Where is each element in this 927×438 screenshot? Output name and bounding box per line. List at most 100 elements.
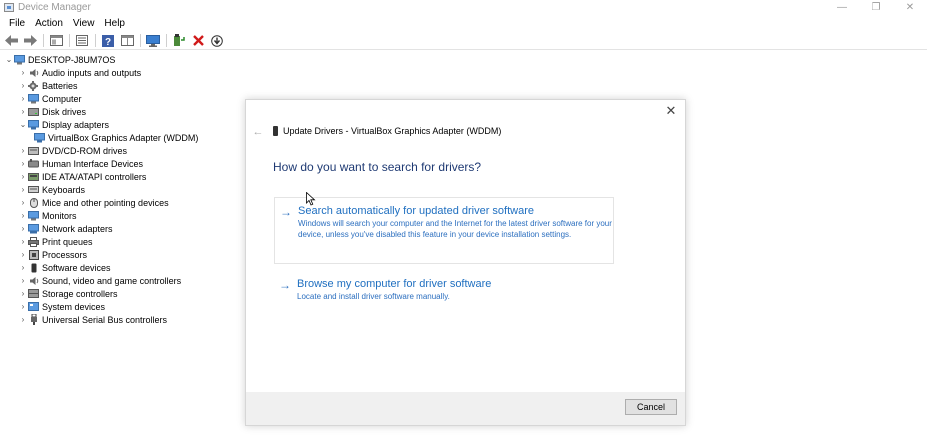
tree-category-network[interactable]: › Network adapters [0, 222, 240, 235]
tree-category-hid[interactable]: › Human Interface Devices [0, 157, 240, 170]
monitor-icon [28, 210, 39, 221]
uninstall-x-icon[interactable] [190, 33, 206, 48]
expand-chevron-icon[interactable]: › [18, 222, 28, 235]
dialog-close-icon[interactable]: ✕ [664, 103, 678, 118]
expand-chevron-icon[interactable]: › [18, 287, 28, 300]
update-driver-icon[interactable] [171, 33, 187, 48]
expand-chevron-icon[interactable]: › [18, 79, 28, 92]
update-drivers-dialog: ✕ ← Update Drivers - VirtualBox Graphics… [245, 99, 686, 426]
expand-chevron-icon[interactable]: › [18, 144, 28, 157]
tree-category-audio[interactable]: › Audio inputs and outputs [0, 66, 240, 79]
menu-file[interactable]: File [4, 18, 30, 29]
printer-icon [28, 236, 39, 247]
tree-category-label: DVD/CD-ROM drives [42, 145, 128, 156]
expand-chevron-icon[interactable]: › [18, 209, 28, 222]
expand-chevron-icon[interactable]: › [18, 274, 28, 287]
expand-chevron-icon[interactable]: › [18, 157, 28, 170]
tree-category-processors[interactable]: › Processors [0, 248, 240, 261]
expand-chevron-icon[interactable]: › [18, 92, 28, 105]
close-button[interactable]: ✕ [893, 0, 927, 15]
tree-category-keyboards[interactable]: › Keyboards [0, 183, 240, 196]
device-icon [273, 126, 278, 136]
expand-chevron-icon[interactable]: › [18, 261, 28, 274]
tree-category-label: Disk drives [42, 106, 87, 117]
mouse-cursor-icon [306, 192, 316, 206]
tree-category-software-devices[interactable]: › Software devices [0, 261, 240, 274]
tree-category-monitors[interactable]: › Monitors [0, 209, 240, 222]
minimize-button[interactable]: — [825, 0, 859, 15]
toolbar: ? [0, 32, 927, 50]
display-adapter-icon [34, 132, 45, 143]
download-circle-icon[interactable] [209, 33, 225, 48]
menu-action[interactable]: Action [30, 18, 68, 29]
option-title: Browse my computer for driver software [297, 278, 492, 290]
tree-category-label: Print queues [42, 236, 93, 247]
cancel-button[interactable]: Cancel [625, 399, 677, 415]
collapse-chevron-icon[interactable]: ⌄ [4, 53, 14, 66]
ide-controller-icon [28, 172, 39, 182]
tree-category-system-devices[interactable]: › System devices [0, 300, 240, 313]
expand-chevron-icon[interactable]: › [18, 183, 28, 196]
tree-category-label: IDE ATA/ATAPI controllers [42, 171, 147, 182]
svg-text:?: ? [105, 37, 111, 47]
tree-category-print-queues[interactable]: › Print queues [0, 235, 240, 248]
tree-category-label: Display adapters [42, 119, 110, 130]
tree-category-dvd[interactable]: › DVD/CD-ROM drives [0, 144, 240, 157]
tree-category-ide[interactable]: › IDE ATA/ATAPI controllers [0, 170, 240, 183]
keyboard-icon [28, 185, 39, 195]
tree-category-label: Universal Serial Bus controllers [42, 314, 168, 325]
dvd-drive-icon [28, 146, 39, 156]
expand-chevron-icon[interactable]: › [18, 66, 28, 79]
properties-window-icon[interactable] [48, 33, 64, 48]
expand-chevron-icon[interactable]: › [18, 170, 28, 183]
speaker-icon [28, 68, 39, 78]
toolbar-separator [69, 34, 70, 47]
tree-category-label: Software devices [42, 262, 111, 273]
restore-button[interactable]: ❐ [859, 0, 893, 15]
back-arrow-icon[interactable] [3, 33, 19, 48]
tree-category-label: Human Interface Devices [42, 158, 144, 169]
title-bar: Device Manager — ❐ ✕ [0, 0, 927, 15]
collapse-chevron-icon[interactable]: ⌄ [18, 118, 28, 131]
expand-chevron-icon[interactable]: › [18, 235, 28, 248]
tree-category-label: Batteries [42, 80, 78, 91]
expand-chevron-icon[interactable]: › [18, 300, 28, 313]
list-view-icon[interactable] [74, 33, 90, 48]
tree-category-usb[interactable]: › Universal Serial Bus controllers [0, 313, 240, 326]
battery-icon [28, 80, 39, 91]
menu-view[interactable]: View [68, 18, 100, 29]
tree-category-storage-controllers[interactable]: › Storage controllers [0, 287, 240, 300]
system-device-icon [28, 302, 39, 312]
tree-category-label: Audio inputs and outputs [42, 67, 142, 78]
dialog-back-arrow-icon[interactable]: ← [252, 126, 264, 138]
toolbar-separator [166, 34, 167, 47]
option-title: Search automatically for updated driver … [298, 205, 535, 217]
dialog-header: Update Drivers - VirtualBox Graphics Ada… [273, 126, 501, 136]
network-adapter-icon [28, 223, 39, 234]
details-view-icon[interactable] [119, 33, 135, 48]
right-arrow-icon: → [279, 278, 291, 292]
monitor-scan-icon[interactable] [145, 33, 161, 48]
tree-category-sound[interactable]: › Sound, video and game controllers [0, 274, 240, 287]
expand-chevron-icon[interactable]: › [18, 248, 28, 261]
expand-chevron-icon[interactable]: › [18, 105, 28, 118]
tree-category-batteries[interactable]: › Batteries [0, 79, 240, 92]
tree-category-label: Mice and other pointing devices [42, 197, 169, 208]
window-title: Device Manager [18, 2, 91, 13]
search-automatically-option[interactable]: → Search automatically for updated drive… [274, 197, 614, 264]
processor-icon [28, 249, 39, 260]
tree-root[interactable]: ⌄ DESKTOP-J8UM7OS [0, 53, 240, 66]
browse-computer-option[interactable]: → Browse my computer for driver software… [274, 278, 614, 310]
expand-chevron-icon[interactable]: › [18, 196, 28, 209]
tree-category-display-adapters[interactable]: ⌄ Display adapters [0, 118, 240, 131]
option-description: Locate and install driver software manua… [297, 292, 450, 301]
forward-arrow-icon[interactable] [22, 33, 38, 48]
tree-category-mice[interactable]: › Mice and other pointing devices [0, 196, 240, 209]
menu-bar: File Action View Help [0, 15, 927, 32]
tree-device-virtualbox-adapter[interactable]: VirtualBox Graphics Adapter (WDDM) [0, 131, 240, 144]
help-icon[interactable]: ? [100, 33, 116, 48]
tree-category-disk-drives[interactable]: › Disk drives [0, 105, 240, 118]
tree-category-computer[interactable]: › Computer [0, 92, 240, 105]
menu-help[interactable]: Help [99, 18, 130, 29]
expand-chevron-icon[interactable]: › [18, 313, 28, 326]
